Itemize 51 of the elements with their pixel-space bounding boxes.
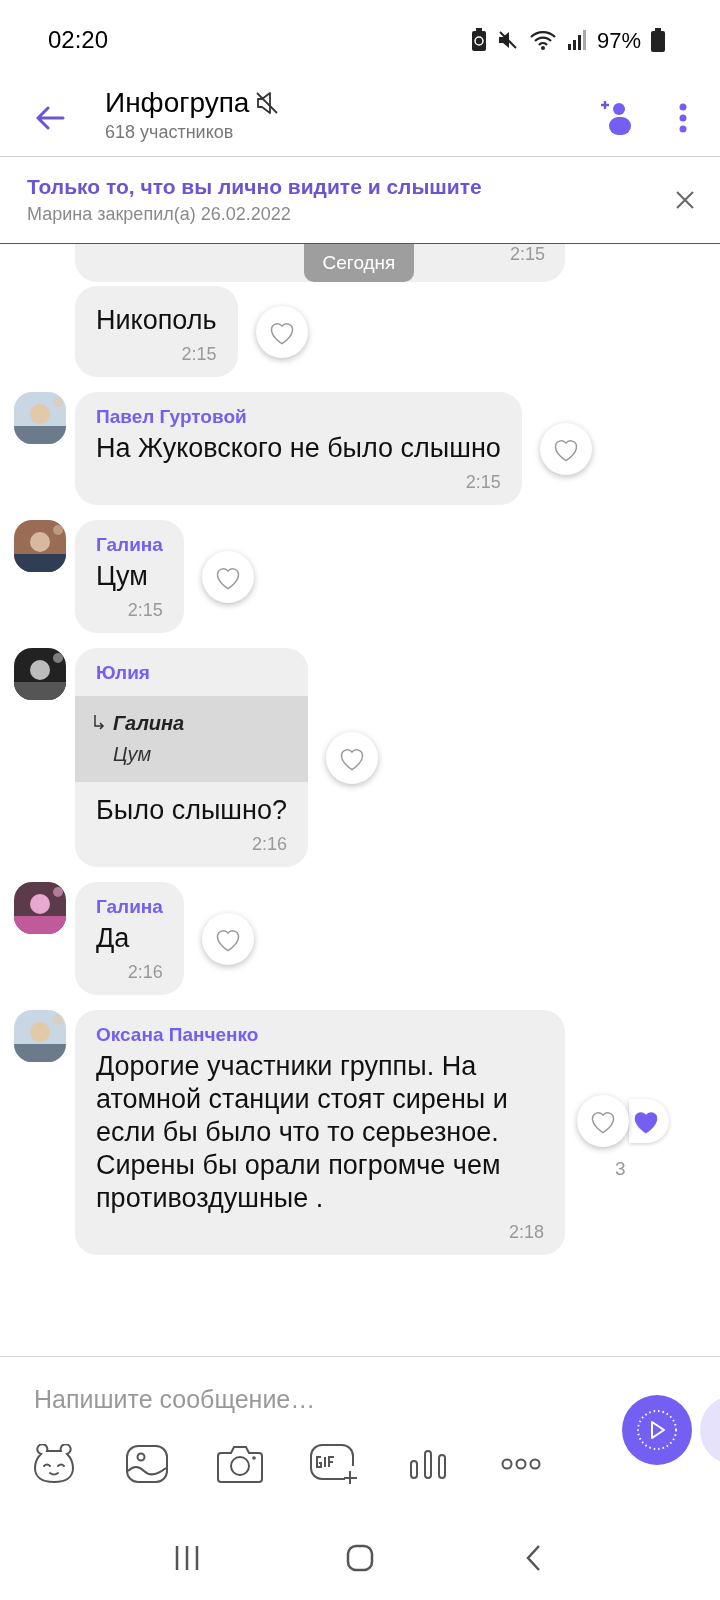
reply-arrow-icon xyxy=(93,714,105,732)
close-icon xyxy=(675,190,695,210)
date-label: Сегодня xyxy=(304,244,414,282)
message-time: 2:15 xyxy=(464,471,502,494)
camera-icon xyxy=(217,1445,263,1483)
message-text: На Жуковского не было слышно xyxy=(95,432,502,465)
message-text: Цум xyxy=(95,560,149,593)
back-icon xyxy=(525,1544,542,1572)
message-text: Дорогие участники группы. На атомной станции стоят сирены и если бы было что то серьезное. Сирены бы орали погромче чем противоздушные . xyxy=(95,1050,509,1215)
reaction-pill[interactable] xyxy=(629,1098,669,1143)
message-text: Никополь xyxy=(95,304,218,337)
recent-apps-icon xyxy=(173,1545,200,1571)
quoted-message[interactable]: Галина Цум xyxy=(75,696,308,782)
message-time: 2:15 xyxy=(126,599,164,622)
home-icon xyxy=(346,1544,374,1572)
sender-name: Оксана Панченко xyxy=(95,1023,260,1047)
bear-face-icon xyxy=(31,1444,77,1484)
back-arrow-icon xyxy=(35,106,65,130)
message-time: 2:16 xyxy=(250,833,288,856)
sender-name: Галина xyxy=(95,533,164,557)
bars-icon xyxy=(409,1449,447,1479)
sender-name: Павел Гуртовой xyxy=(95,405,248,429)
message-time: 2:15 xyxy=(180,343,218,366)
signal-icon xyxy=(566,29,587,51)
add-person-icon xyxy=(598,99,634,137)
message-time: 2:15 xyxy=(509,244,545,264)
image-icon xyxy=(126,1445,168,1483)
message-time: 2:16 xyxy=(126,961,164,984)
chat-title: Инфогрупа xyxy=(105,86,250,120)
message-text: Да xyxy=(95,922,131,955)
sender-name: Юлия xyxy=(95,661,151,685)
message-input-field[interactable]: Напишите сообщение… xyxy=(20,1377,580,1421)
participants-count: 618 участников xyxy=(105,121,235,144)
message-text: Было слышно? xyxy=(95,794,288,827)
reaction-count: 3 xyxy=(615,1156,626,1181)
gif-icon xyxy=(309,1443,359,1485)
dots-icon xyxy=(501,1458,541,1470)
pinned-message-text: Только то, что вы лично видите и слышите xyxy=(27,174,483,200)
pinned-by-text: Марина закрепил(а) 26.02.2022 xyxy=(27,203,292,226)
message-time: 2:18 xyxy=(507,1221,545,1244)
battery-percent: 97% xyxy=(596,26,641,55)
status-time: 02:20 xyxy=(48,25,109,55)
battery-icon xyxy=(651,28,665,52)
play-icon xyxy=(635,1408,679,1452)
wifi-icon xyxy=(528,29,557,51)
menu-icon xyxy=(679,103,687,133)
mute-icon xyxy=(496,29,519,51)
quoted-sender: Галина xyxy=(113,711,185,736)
sender-name: Галина xyxy=(95,895,164,919)
quoted-text: Цум xyxy=(112,742,153,767)
battery-saver-icon xyxy=(470,28,487,52)
